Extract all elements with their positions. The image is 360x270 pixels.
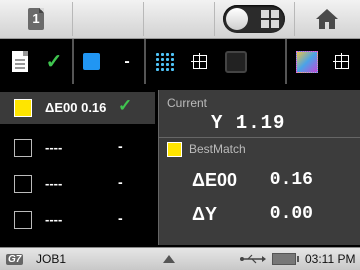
measurement-panel: Current Y 1.19 BestMatch ΔE00 0.16 ΔY 0.…	[158, 90, 360, 245]
divider	[143, 2, 144, 36]
metric-value: 0.00	[269, 204, 313, 224]
target-button-2[interactable]	[326, 39, 358, 84]
document-icon	[12, 51, 28, 72]
list-item-label: ΔE00 0.16	[45, 100, 107, 115]
bestmatch-swatch	[167, 142, 182, 157]
toolbar-separator	[285, 39, 287, 84]
panel-divider	[159, 137, 360, 138]
list-item[interactable]: ---- -	[0, 204, 155, 236]
clock-time: 03:11 PM	[305, 252, 356, 266]
home-button[interactable]	[294, 0, 360, 38]
current-label: Current	[167, 96, 208, 110]
triangle-up-icon[interactable]	[163, 248, 175, 270]
list-item[interactable]: ---- -	[0, 168, 155, 200]
color-swatch	[14, 139, 32, 157]
check-icon: ✓	[118, 96, 133, 115]
metric-name: ΔE00	[192, 170, 237, 190]
color-swatch	[14, 175, 32, 193]
page-button[interactable]: 1	[0, 0, 72, 38]
list-item-label: ----	[45, 176, 63, 191]
grid-icon	[261, 10, 279, 28]
color-swatch	[14, 99, 32, 117]
color-patch-button[interactable]	[290, 39, 324, 84]
target-icon	[191, 52, 207, 69]
toolbar-separator	[72, 39, 74, 84]
metric-value: 0.16	[269, 170, 313, 190]
list-item[interactable]: ---- -	[0, 132, 155, 164]
list-item-dash: -	[118, 174, 123, 190]
target-button[interactable]	[184, 39, 216, 84]
toggle-knob	[226, 8, 248, 30]
toolbar-separator	[144, 39, 146, 84]
current-value: Y 1.19	[211, 112, 286, 134]
document-button[interactable]	[4, 39, 36, 84]
target-icon	[333, 52, 349, 69]
blue-swatch-icon	[82, 53, 100, 70]
mode-toggle-cell[interactable]	[214, 0, 294, 38]
pattern-icon	[155, 51, 175, 72]
g7-badge: G7	[6, 253, 24, 265]
pattern-button[interactable]	[148, 39, 182, 84]
job-name: JOB1	[36, 252, 67, 266]
page-number-icon: 1	[28, 8, 44, 30]
bestmatch-label: BestMatch	[189, 142, 246, 156]
list-item-dash: -	[118, 138, 123, 154]
list-item-dash: -	[118, 210, 123, 226]
battery-icon	[272, 248, 299, 270]
toolbar: ✓ -	[0, 39, 360, 84]
list-item[interactable]: ΔE00 0.16 ✓	[0, 92, 155, 124]
color-dash: -	[124, 52, 130, 70]
top-bar: 1	[0, 0, 360, 39]
home-icon	[316, 9, 338, 29]
list-item-label: ----	[45, 140, 63, 155]
color-swatch	[14, 211, 32, 229]
blue-swatch-button[interactable]	[76, 39, 106, 84]
color-patch-icon	[296, 50, 318, 73]
mode-toggle-switch[interactable]	[223, 5, 285, 33]
check-button[interactable]: ✓	[38, 39, 70, 84]
divider	[72, 2, 73, 36]
layers-button[interactable]	[218, 39, 254, 84]
layers-icon	[225, 50, 247, 73]
status-bar: G7 JOB1 03:11 PM	[0, 247, 360, 270]
usb-icon	[240, 248, 266, 270]
list-item-label: ----	[45, 212, 63, 227]
check-icon: ✓	[45, 51, 63, 73]
metric-name: ΔY	[192, 204, 217, 224]
